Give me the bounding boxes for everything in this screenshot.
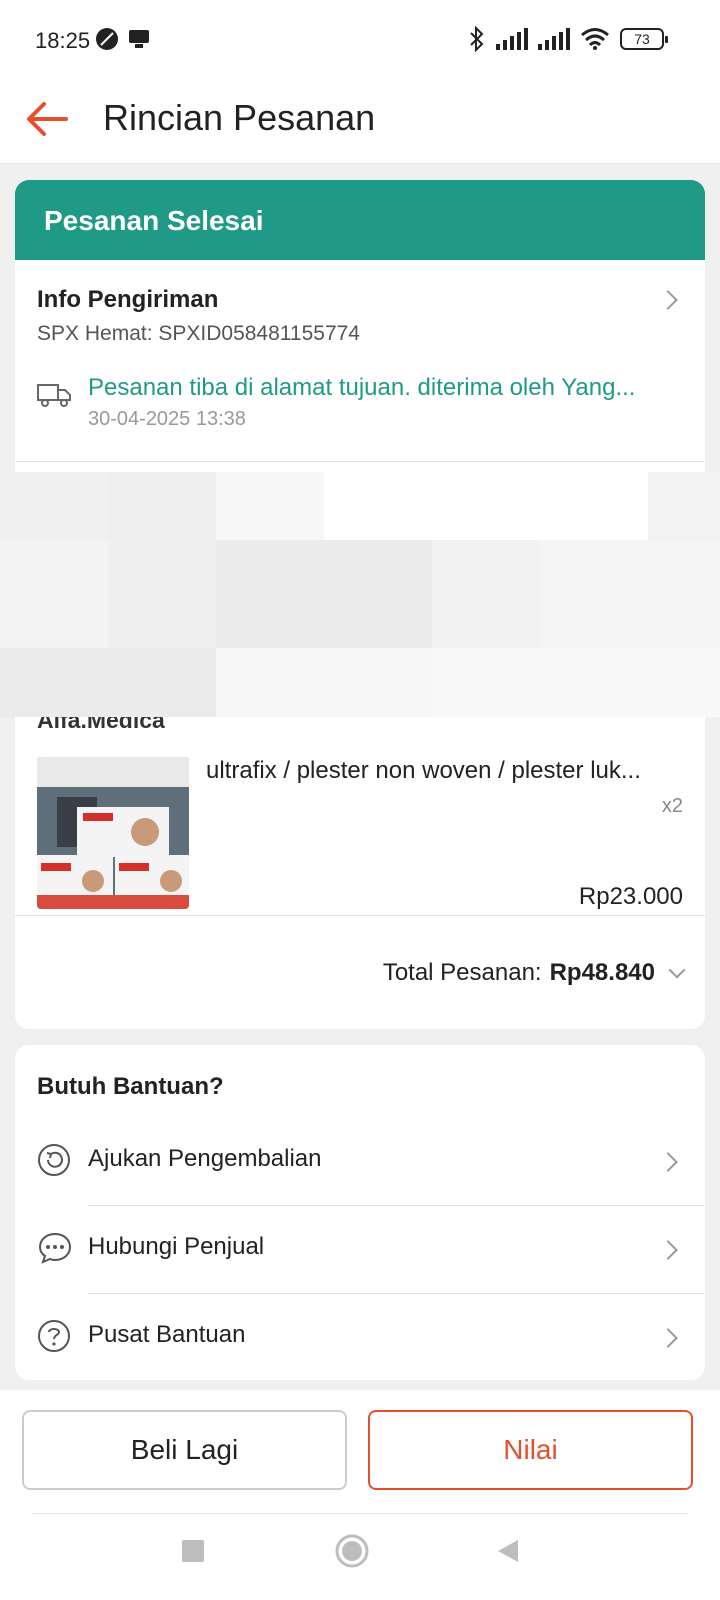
- help-item-label: Ajukan Pengembalian: [88, 1145, 322, 1172]
- chevron-down-icon: [668, 961, 686, 979]
- divider: [15, 461, 705, 462]
- product-name[interactable]: ultrafix / plester non woven / plester l…: [206, 757, 686, 785]
- chevron-right-icon: [658, 1152, 678, 1172]
- return-icon: [38, 1144, 70, 1176]
- app-header: Rincian Pesanan: [0, 80, 720, 164]
- rate-button[interactable]: Nilai: [368, 1410, 693, 1490]
- help-item-label: Hubungi Penjual: [88, 1233, 265, 1260]
- product-image: [37, 757, 189, 909]
- tracking-number: SPX Hemat: SPXID058481155774: [37, 322, 360, 345]
- total-value: Rp48.840: [549, 959, 655, 986]
- help-icon: [38, 1320, 70, 1352]
- shipping-timestamp: 30-04-2025 13:38: [88, 408, 246, 430]
- moon-icon: [96, 28, 118, 50]
- total-label: Total Pesanan:: [382, 959, 542, 986]
- chevron-right-icon: [658, 1240, 678, 1260]
- bottom-action-bar: Beli Lagi Nilai: [0, 1390, 720, 1600]
- status-time: 18:25: [35, 28, 91, 53]
- truck-icon: [37, 384, 71, 407]
- nav-home-icon[interactable]: [335, 1534, 369, 1568]
- arrow-left-icon: [27, 102, 68, 136]
- status-bar: 18:25 73: [0, 0, 720, 80]
- bluetooth-icon: [470, 26, 484, 52]
- screen-icon: [129, 30, 149, 48]
- help-item-return[interactable]: Ajukan Pengembalian: [15, 1117, 705, 1205]
- divider: [15, 915, 705, 916]
- divider: [32, 1513, 688, 1514]
- product-thumbnail[interactable]: [37, 757, 189, 909]
- nav-back-icon[interactable]: [496, 1538, 520, 1564]
- help-item-label: Pusat Bantuan: [88, 1321, 246, 1348]
- battery-level: 73: [634, 31, 650, 47]
- signal-icon: [496, 28, 528, 50]
- product-price: Rp23.000: [578, 883, 683, 910]
- pixelated-redacted-area: [0, 472, 720, 717]
- help-item-help-center[interactable]: Pusat Bantuan: [15, 1293, 705, 1381]
- order-total[interactable]: Total Pesanan: Rp48.840: [382, 959, 686, 987]
- status-left-icons: [95, 27, 151, 51]
- help-title: Butuh Bantuan?: [37, 1073, 224, 1100]
- product-card: Alfa.Medica ultrafix / plester non woven…: [15, 717, 705, 1029]
- chevron-right-icon: [658, 290, 678, 310]
- help-card: Butuh Bantuan? Ajukan Pengembalian Hubun…: [15, 1045, 705, 1380]
- buy-again-button[interactable]: Beli Lagi: [22, 1410, 347, 1490]
- shipping-latest-status: Pesanan tiba di alamat tujuan. diterima …: [88, 374, 636, 401]
- back-button[interactable]: [22, 94, 72, 144]
- chat-icon: [38, 1232, 72, 1264]
- status-right-icons: 73: [468, 26, 668, 52]
- page-title: Rincian Pesanan: [103, 97, 376, 138]
- chevron-right-icon: [658, 1328, 678, 1348]
- wifi-icon: [581, 28, 609, 50]
- order-status-banner: Pesanan Selesai: [15, 180, 705, 260]
- nav-recents-icon[interactable]: [180, 1538, 206, 1564]
- battery-indicator: 73: [620, 28, 668, 50]
- shipping-info-card[interactable]: Info Pengiriman SPX Hemat: SPXID05848115…: [15, 260, 705, 472]
- shipping-title: Info Pengiriman: [37, 286, 219, 313]
- help-item-chat-seller[interactable]: Hubungi Penjual: [15, 1205, 705, 1293]
- signal-icon-2: [538, 28, 570, 50]
- product-quantity: x2: [661, 795, 683, 817]
